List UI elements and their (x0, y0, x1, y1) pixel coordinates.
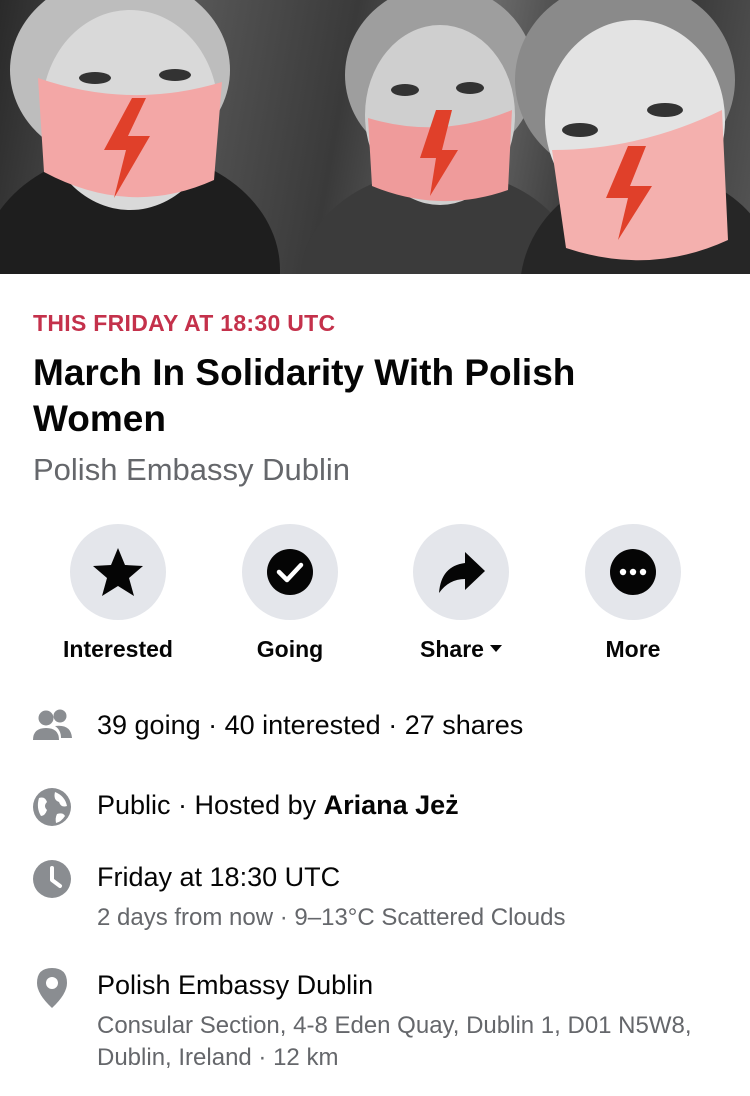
going-label: Going (256, 636, 324, 662)
more-label: More (605, 636, 661, 662)
going-button[interactable]: Going (210, 524, 370, 663)
check-circle-icon (267, 549, 313, 595)
host-link[interactable]: Ariana Jeż (324, 790, 459, 820)
location-pin-icon (37, 968, 67, 1008)
time-weather-subtext: 2 days from now · 9–13°C Scattered Cloud… (97, 904, 566, 931)
clock-icon (33, 860, 71, 898)
star-icon (93, 548, 143, 596)
time-text: Friday at 18:30 UTC (97, 862, 341, 892)
interested-button[interactable]: Interested (38, 524, 198, 663)
cover-illustration (0, 0, 750, 274)
location-address: Consular Section, 4-8 Eden Quay, Dublin … (97, 1012, 692, 1071)
globe-icon (33, 788, 71, 826)
event-cover-photo[interactable] (0, 0, 750, 274)
share-button[interactable]: Share (381, 524, 541, 663)
hosted-by-label: · Hosted by (170, 790, 324, 820)
event-actions: Interested Going Share More (0, 524, 750, 674)
event-date-label: THIS FRIDAY AT 18:30 UTC (33, 310, 336, 336)
interested-label: Interested (63, 636, 173, 662)
chevron-down-icon (489, 645, 502, 653)
location-name: Polish Embassy Dublin (97, 970, 374, 1000)
privacy-host-text: Public · Hosted by Ariana Jeż (97, 790, 459, 821)
privacy-label: Public (97, 790, 171, 820)
share-label: Share (420, 636, 502, 663)
more-dots-icon (610, 549, 656, 595)
stats-text: 39 going · 40 interested · 27 shares (97, 710, 524, 740)
people-icon (33, 709, 72, 740)
event-host-page-link[interactable]: Polish Embassy Dublin (33, 452, 350, 488)
share-arrow-icon (439, 552, 485, 593)
more-button[interactable]: More (553, 524, 713, 663)
event-title: March In Solidarity With Polish Women (33, 352, 576, 439)
